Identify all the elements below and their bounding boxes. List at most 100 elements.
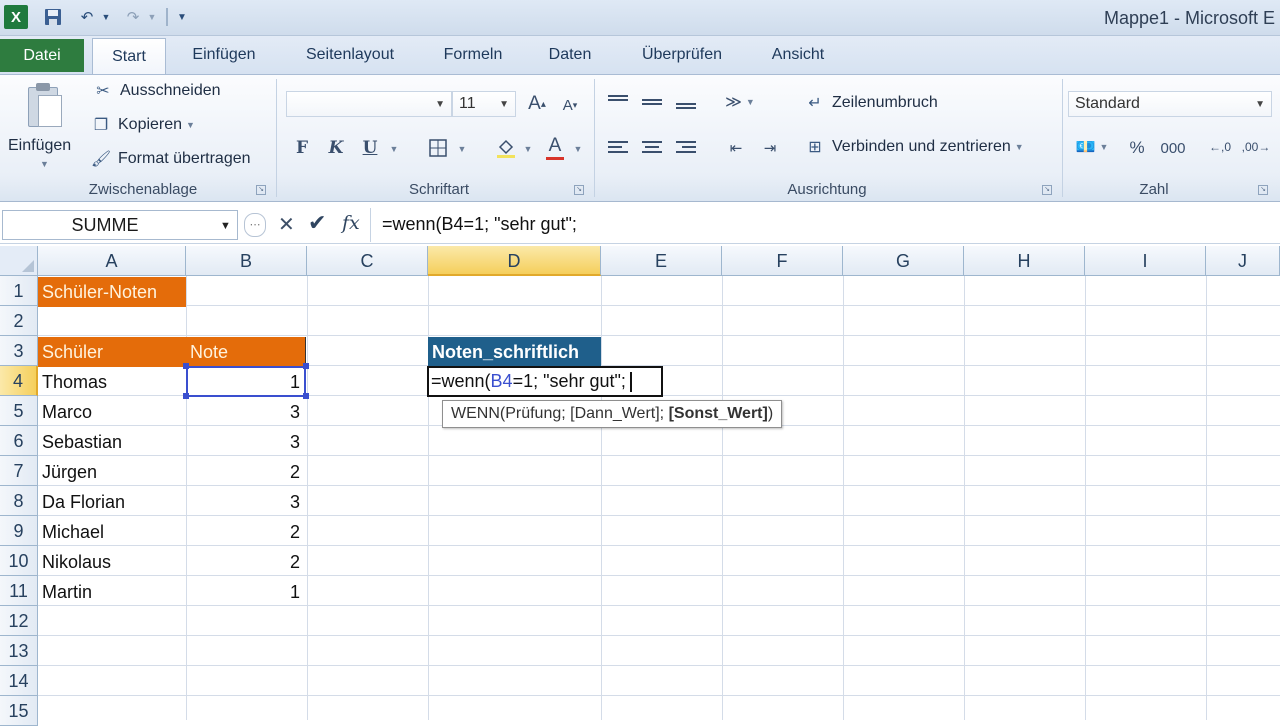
row-header-8[interactable]: 8: [0, 486, 38, 516]
reference-handle[interactable]: [303, 363, 309, 369]
column-header-i[interactable]: I: [1085, 246, 1206, 276]
cut-button[interactable]: ✂ Ausschneiden: [92, 81, 220, 101]
row-header-15[interactable]: 15: [0, 696, 38, 726]
cell-d4-editor[interactable]: =wenn(B4=1; "sehr gut";: [427, 366, 663, 397]
row-header-13[interactable]: 13: [0, 636, 38, 666]
redo-icon[interactable]: ↷: [122, 5, 144, 29]
student-name[interactable]: Jürgen: [38, 457, 186, 487]
row-header-5[interactable]: 5: [0, 396, 38, 426]
cell-a1-title[interactable]: Schüler-Noten: [38, 277, 186, 307]
font-color-dropdown-icon[interactable]: ▼: [572, 139, 584, 159]
tab-datei[interactable]: Datei: [0, 39, 84, 72]
reference-handle[interactable]: [183, 393, 189, 399]
tab-einfuegen[interactable]: Einfügen: [186, 36, 262, 74]
fill-dropdown-icon[interactable]: ▼: [522, 139, 534, 159]
row-header-2[interactable]: 2: [0, 306, 38, 336]
cell-a3-header[interactable]: Schüler: [38, 337, 186, 367]
save-icon[interactable]: [40, 5, 66, 29]
cell-d3-header[interactable]: Noten_schriftlich: [428, 337, 601, 367]
student-grade[interactable]: 2: [186, 547, 304, 577]
formula-input[interactable]: =wenn(B4=1; "sehr gut";: [382, 214, 577, 235]
select-all-button[interactable]: [0, 246, 38, 276]
thousands-button[interactable]: 000: [1156, 135, 1190, 161]
student-name[interactable]: Da Florian: [38, 487, 186, 517]
column-header-a[interactable]: A: [38, 246, 186, 276]
customize-toolbar-icon[interactable]: ▼: [174, 5, 190, 29]
function-tooltip[interactable]: WENN(Prüfung; [Dann_Wert]; [Sonst_Wert]): [442, 400, 783, 428]
row-header-10[interactable]: 10: [0, 546, 38, 576]
orientation-icon[interactable]: ≫ ▼: [720, 89, 760, 115]
merge-center-button[interactable]: ⊞ Verbinden und zentrieren ▼: [804, 137, 1024, 157]
name-box[interactable]: SUMME: [2, 210, 238, 240]
resize-grip-icon[interactable]: ⋯: [244, 213, 266, 237]
align-right-icon[interactable]: [672, 135, 700, 161]
paste-button[interactable]: Einfügen: [8, 137, 71, 155]
tab-seitenlayout[interactable]: Seitenlayout: [296, 36, 404, 74]
align-left-icon[interactable]: [604, 135, 632, 161]
redo-dropdown-icon[interactable]: ▼: [146, 5, 158, 29]
row-header-14[interactable]: 14: [0, 666, 38, 696]
row-header-4[interactable]: 4: [0, 366, 38, 396]
student-name[interactable]: Thomas: [38, 367, 186, 397]
student-grade[interactable]: 3: [186, 427, 304, 457]
reference-handle[interactable]: [183, 363, 189, 369]
align-bottom-icon[interactable]: [672, 89, 700, 115]
tab-ueberpruefen[interactable]: Überprüfen: [630, 36, 734, 74]
student-grade[interactable]: 3: [186, 487, 304, 517]
cell-b3-header[interactable]: Note: [186, 337, 306, 367]
reference-handle[interactable]: [303, 393, 309, 399]
tab-formeln[interactable]: Formeln: [436, 36, 510, 74]
clipboard-launcher-icon[interactable]: ↘: [256, 185, 266, 195]
increase-indent-icon[interactable]: ⇥: [756, 135, 784, 161]
column-header-b[interactable]: B: [186, 246, 307, 276]
column-header-f[interactable]: F: [722, 246, 843, 276]
student-grade[interactable]: 2: [186, 457, 304, 487]
alignment-launcher-icon[interactable]: ↘: [1042, 185, 1052, 195]
align-top-icon[interactable]: [604, 89, 632, 115]
font-name-combo[interactable]: ▼: [286, 91, 452, 117]
student-name[interactable]: Nikolaus: [38, 547, 186, 577]
undo-icon[interactable]: ↶: [76, 5, 98, 29]
grow-font-icon[interactable]: A ▴: [524, 91, 550, 117]
underline-dropdown-icon[interactable]: ▼: [388, 139, 400, 159]
percent-button[interactable]: %: [1124, 135, 1150, 161]
increase-decimal-icon[interactable]: ←,0: [1204, 133, 1236, 161]
student-grade[interactable]: 2: [186, 517, 304, 547]
row-header-11[interactable]: 11: [0, 576, 38, 606]
student-name[interactable]: Marco: [38, 397, 186, 427]
currency-icon[interactable]: 💶 ▼: [1070, 133, 1114, 161]
column-header-c[interactable]: C: [307, 246, 428, 276]
chevron-down-icon[interactable]: ▼: [220, 220, 231, 232]
row-header-9[interactable]: 9: [0, 516, 38, 546]
merge-dropdown-icon[interactable]: ▼: [1015, 142, 1024, 152]
wrap-text-button[interactable]: ↵ Zeilenumbruch: [804, 93, 938, 113]
undo-dropdown-icon[interactable]: ▼: [100, 5, 112, 29]
number-launcher-icon[interactable]: ↘: [1258, 185, 1268, 195]
italic-button[interactable]: K: [324, 135, 348, 161]
column-header-j[interactable]: J: [1206, 246, 1280, 276]
align-center-icon[interactable]: [638, 135, 666, 161]
cancel-icon[interactable]: ✕: [278, 212, 295, 237]
insert-function-icon[interactable]: fx: [342, 212, 360, 234]
shrink-font-icon[interactable]: A ▾: [558, 93, 582, 117]
row-header-7[interactable]: 7: [0, 456, 38, 486]
row-header-3[interactable]: 3: [0, 336, 38, 366]
column-header-g[interactable]: G: [843, 246, 964, 276]
border-dropdown-icon[interactable]: ▼: [456, 139, 468, 159]
row-header-1[interactable]: 1: [0, 276, 38, 306]
font-color-icon[interactable]: A: [542, 133, 568, 161]
font-size-combo[interactable]: 11 ▼: [452, 91, 516, 117]
paste-dropdown-icon[interactable]: ▼: [40, 159, 49, 169]
student-grade[interactable]: 1: [186, 577, 304, 607]
bold-button[interactable]: F: [290, 135, 314, 161]
border-icon[interactable]: [424, 135, 452, 161]
student-name[interactable]: Michael: [38, 517, 186, 547]
tab-start[interactable]: Start: [92, 38, 166, 75]
decrease-decimal-icon[interactable]: ,00→: [1240, 133, 1272, 161]
tab-daten[interactable]: Daten: [540, 36, 600, 74]
student-name[interactable]: Sebastian: [38, 427, 186, 457]
student-name[interactable]: Martin: [38, 577, 186, 607]
underline-button[interactable]: U: [358, 135, 382, 161]
number-format-combo[interactable]: Standard ▼: [1068, 91, 1272, 117]
column-header-h[interactable]: H: [964, 246, 1085, 276]
